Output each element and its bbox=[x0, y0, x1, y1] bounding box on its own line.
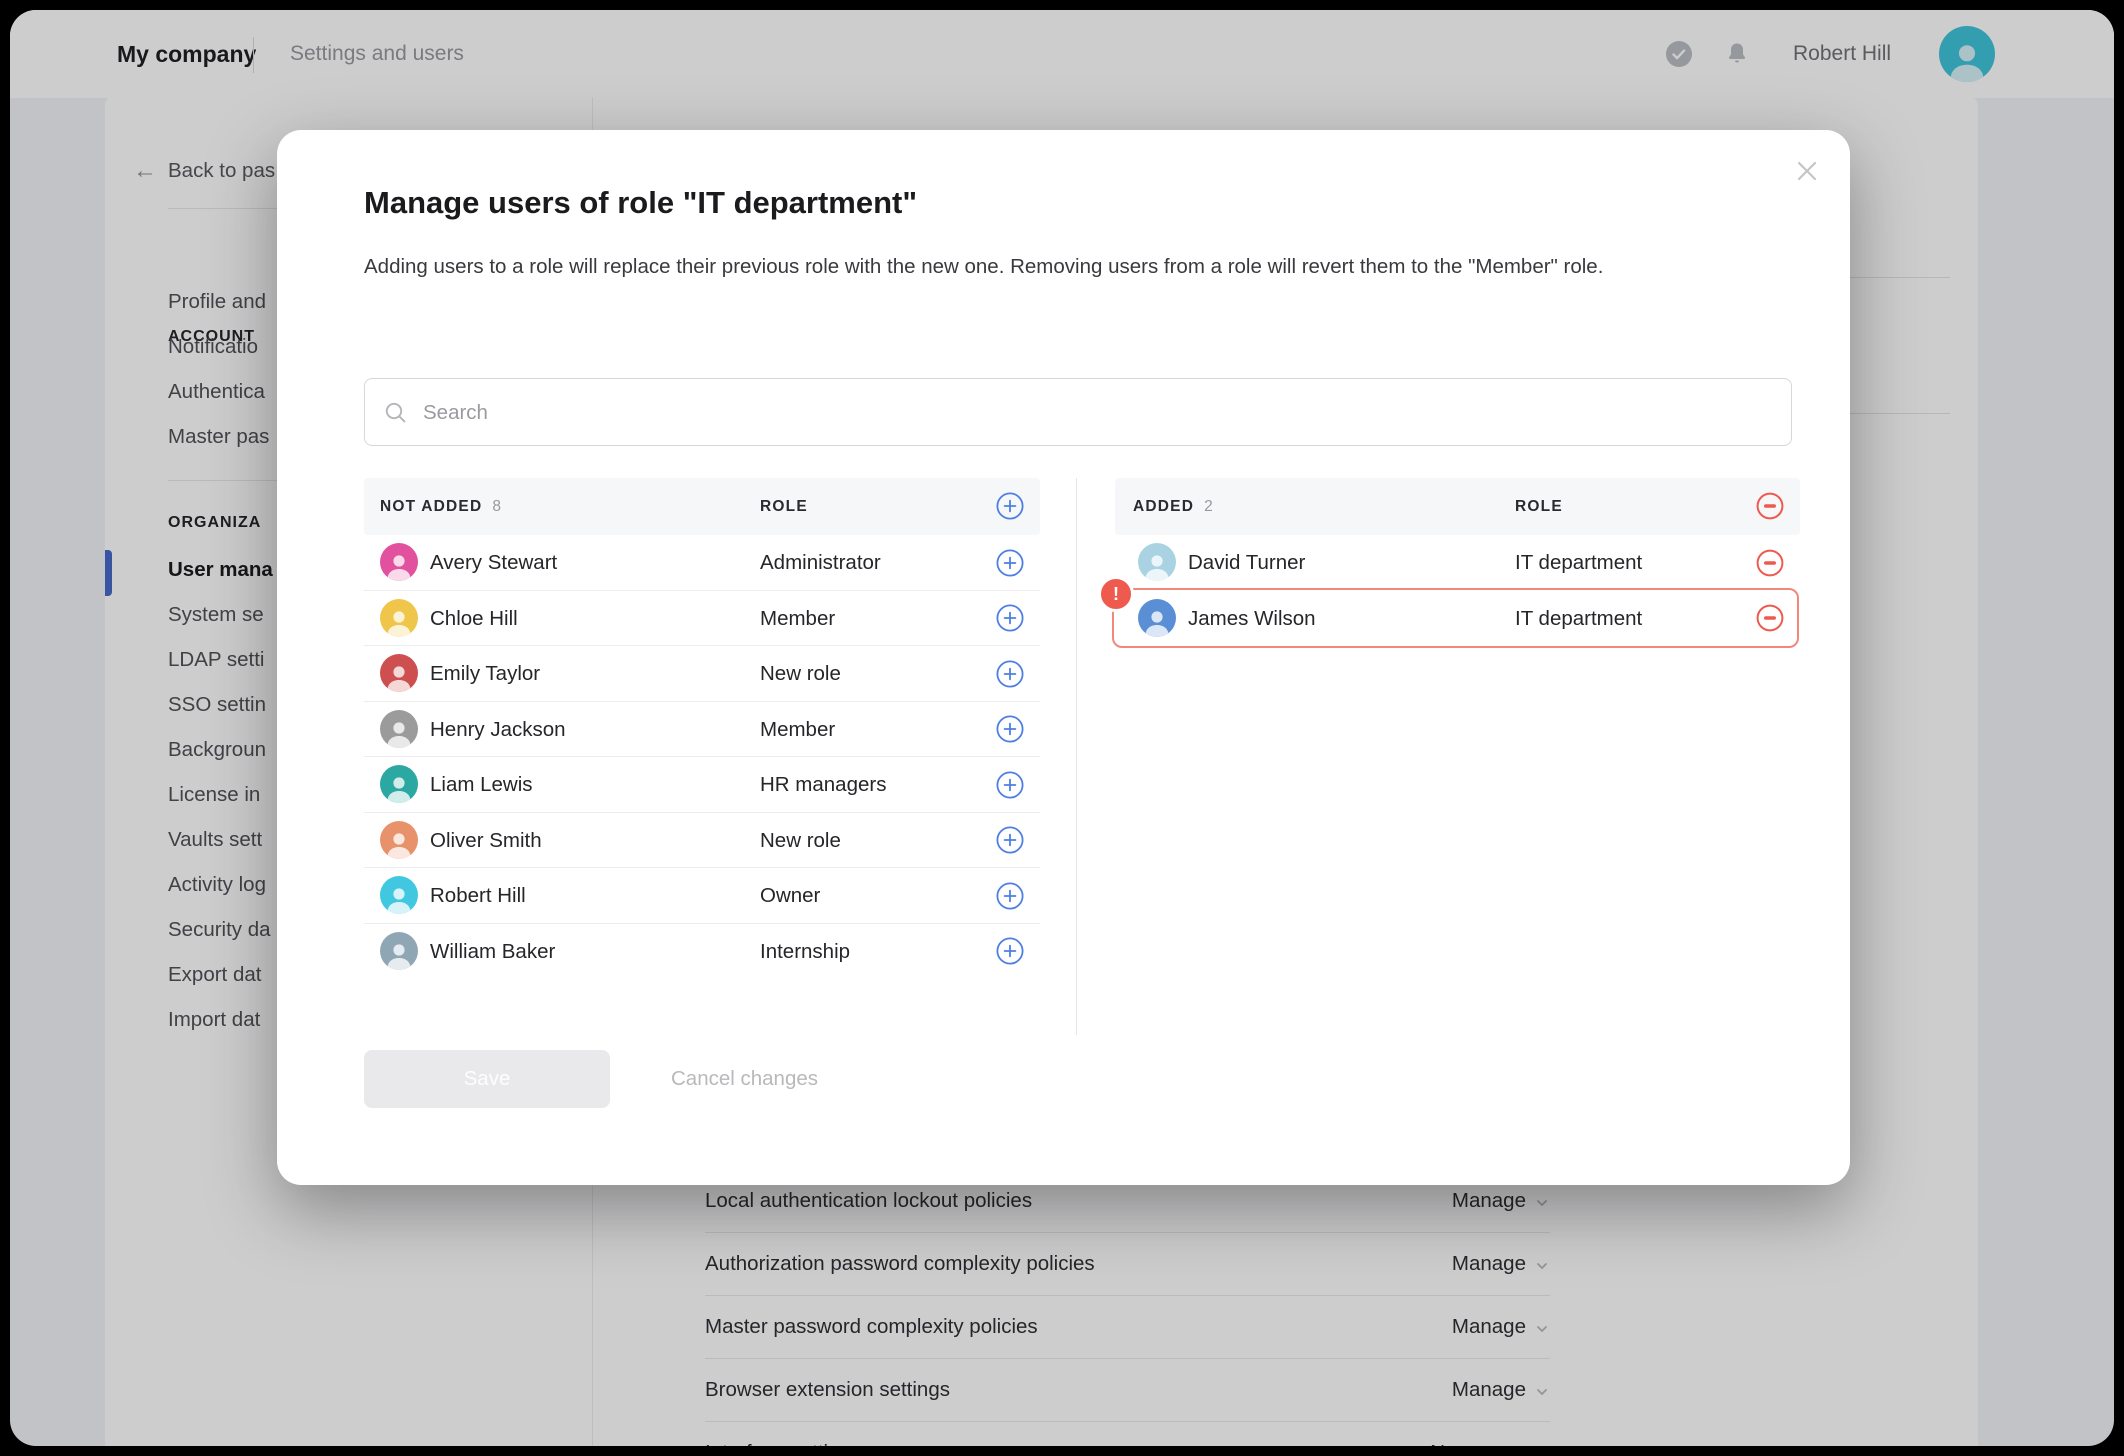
user-role: Member bbox=[760, 591, 835, 646]
search-icon bbox=[383, 400, 409, 426]
avatar bbox=[380, 765, 418, 803]
search-box bbox=[364, 378, 1792, 446]
avatar bbox=[380, 932, 418, 970]
search-input[interactable] bbox=[421, 379, 1781, 447]
user-name: Chloe Hill bbox=[430, 591, 518, 646]
remove-user-button[interactable] bbox=[1756, 604, 1784, 632]
avatar bbox=[380, 876, 418, 914]
role-column-header: ROLE bbox=[760, 498, 808, 516]
add-all-button[interactable] bbox=[996, 492, 1024, 520]
dialog-title: Manage users of role "IT department" bbox=[364, 185, 917, 221]
add-user-button[interactable] bbox=[996, 660, 1024, 688]
user-role: New role bbox=[760, 813, 841, 868]
columns-divider bbox=[1076, 478, 1077, 1035]
user-name: Emily Taylor bbox=[430, 646, 540, 701]
user-role: HR managers bbox=[760, 757, 886, 812]
save-button[interactable]: Save bbox=[364, 1050, 610, 1108]
user-row: William Baker Internship bbox=[364, 924, 1040, 980]
user-row: Robert Hill Owner bbox=[364, 868, 1040, 924]
not-added-header: NOT ADDED 8 ROLE bbox=[364, 478, 1040, 535]
added-label: ADDED bbox=[1133, 498, 1194, 516]
user-role: Internship bbox=[760, 924, 850, 979]
avatar bbox=[1138, 543, 1176, 581]
add-user-button[interactable] bbox=[996, 771, 1024, 799]
user-name: Henry Jackson bbox=[430, 702, 566, 757]
user-row-flagged: James Wilson IT department bbox=[1115, 591, 1800, 647]
cancel-changes-button[interactable]: Cancel changes bbox=[671, 1050, 818, 1108]
role-column-header: ROLE bbox=[1515, 498, 1563, 516]
avatar bbox=[380, 821, 418, 859]
user-row: Emily Taylor New role bbox=[364, 646, 1040, 702]
user-role: Administrator bbox=[760, 535, 881, 590]
added-count: 2 bbox=[1204, 498, 1213, 516]
add-user-button[interactable] bbox=[996, 604, 1024, 632]
user-name: William Baker bbox=[430, 924, 555, 979]
avatar bbox=[1138, 599, 1176, 637]
user-row: Chloe Hill Member bbox=[364, 591, 1040, 647]
user-row: Henry Jackson Member bbox=[364, 702, 1040, 758]
user-name: Liam Lewis bbox=[430, 757, 533, 812]
user-row: David Turner IT department bbox=[1115, 535, 1800, 591]
add-user-button[interactable] bbox=[996, 715, 1024, 743]
user-name: Oliver Smith bbox=[430, 813, 542, 868]
avatar bbox=[380, 599, 418, 637]
manage-role-users-dialog: Manage users of role "IT department" Add… bbox=[277, 130, 1850, 1185]
dialog-description: Adding users to a role will replace thei… bbox=[364, 248, 1776, 285]
avatar bbox=[380, 710, 418, 748]
not-added-label: NOT ADDED bbox=[380, 498, 482, 516]
avatar bbox=[380, 543, 418, 581]
remove-all-button[interactable] bbox=[1756, 492, 1784, 520]
user-row: Oliver Smith New role bbox=[364, 813, 1040, 869]
user-row: Liam Lewis HR managers bbox=[364, 757, 1040, 813]
add-user-button[interactable] bbox=[996, 826, 1024, 854]
app-window: My company Settings and users Robert Hil… bbox=[10, 10, 2114, 1446]
remove-user-button[interactable] bbox=[1756, 549, 1784, 577]
not-added-column: NOT ADDED 8 ROLE Avery Stewart Administr… bbox=[364, 478, 1040, 979]
added-header: ADDED 2 ROLE bbox=[1115, 478, 1800, 535]
user-role: Owner bbox=[760, 868, 820, 923]
added-column: ADDED 2 ROLE David Turner IT department … bbox=[1115, 478, 1800, 646]
user-row: Avery Stewart Administrator bbox=[364, 535, 1040, 591]
add-user-button[interactable] bbox=[996, 882, 1024, 910]
add-user-button[interactable] bbox=[996, 937, 1024, 965]
user-role: IT department bbox=[1515, 535, 1642, 590]
user-role: New role bbox=[760, 646, 841, 701]
user-role: IT department bbox=[1515, 591, 1642, 646]
not-added-count: 8 bbox=[492, 498, 501, 516]
user-name: James Wilson bbox=[1188, 591, 1316, 646]
close-icon[interactable] bbox=[1792, 156, 1822, 186]
user-name: Avery Stewart bbox=[430, 535, 557, 590]
avatar bbox=[380, 654, 418, 692]
add-user-button[interactable] bbox=[996, 549, 1024, 577]
user-name: Robert Hill bbox=[430, 868, 526, 923]
user-name: David Turner bbox=[1188, 535, 1305, 590]
user-role: Member bbox=[760, 702, 835, 757]
